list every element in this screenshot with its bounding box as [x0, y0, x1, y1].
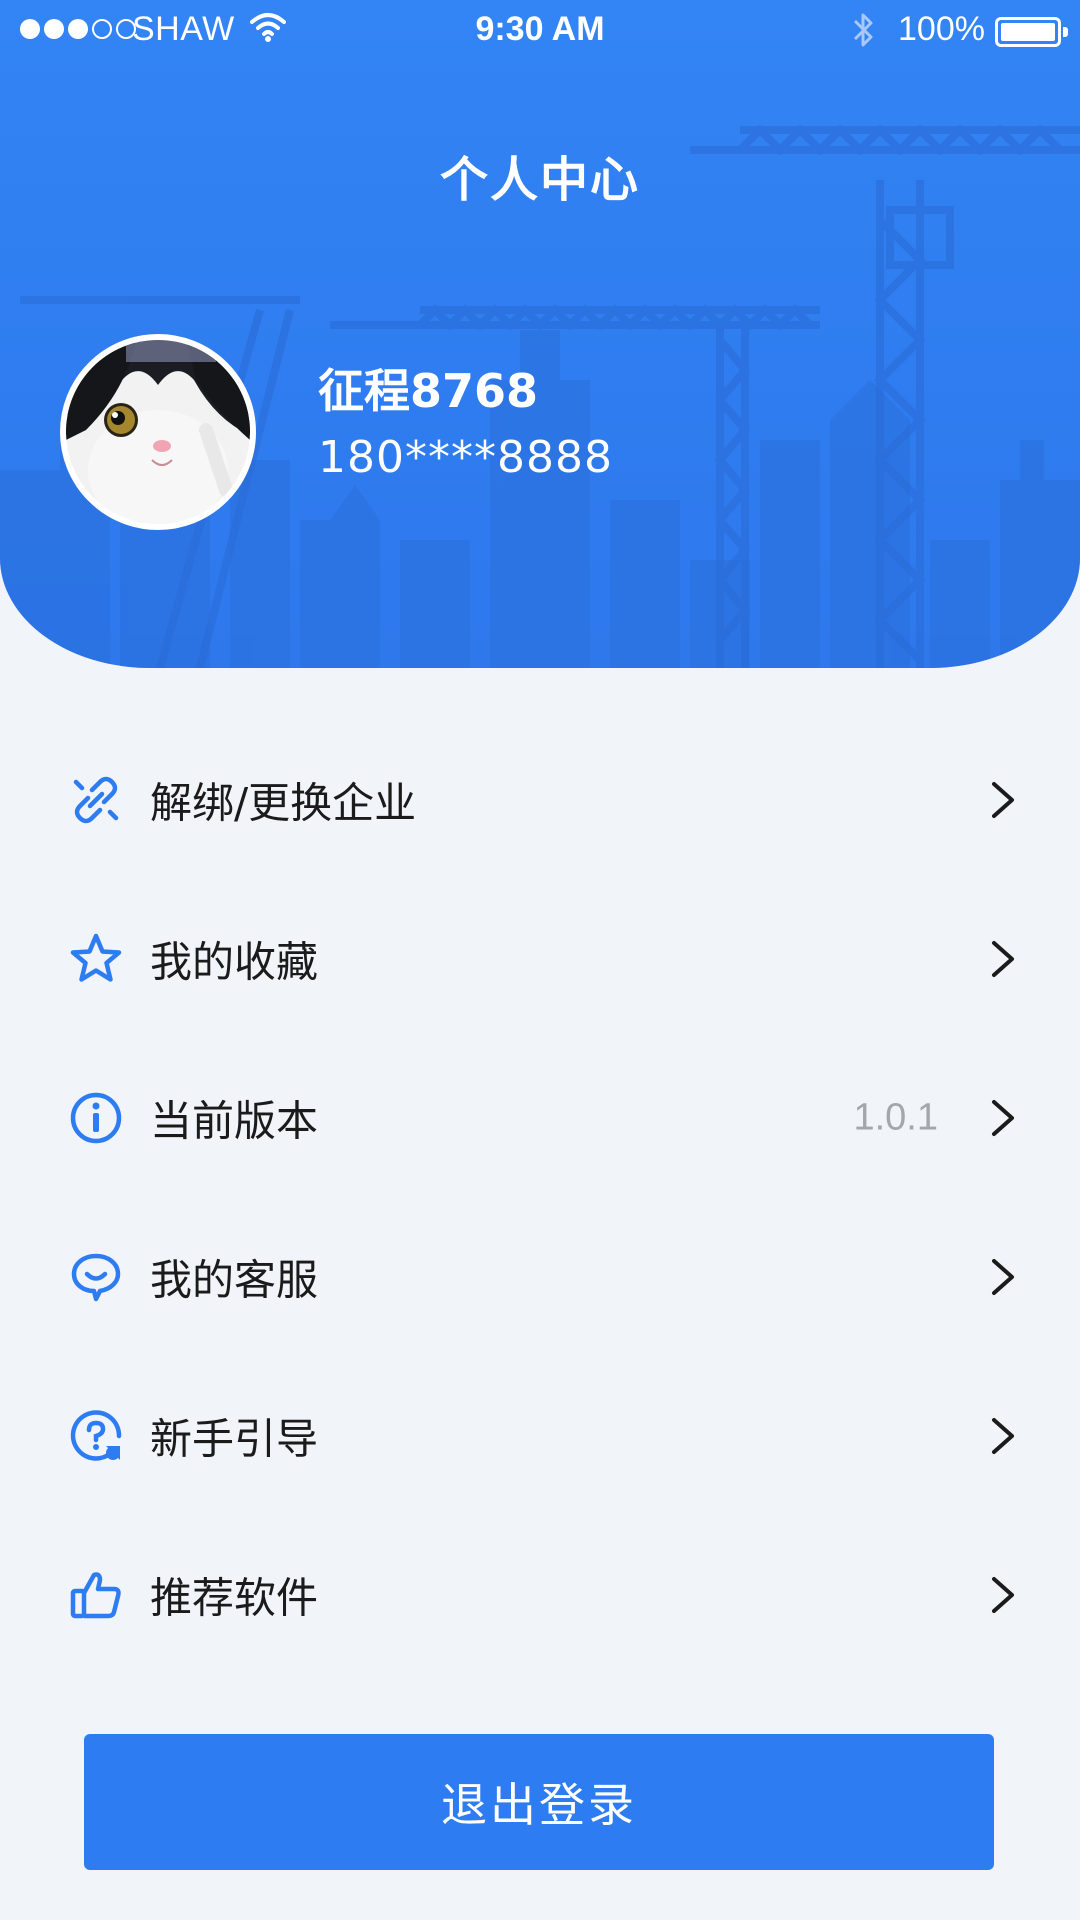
- chat-service-icon: [68, 1249, 124, 1305]
- menu-item-label: 当前版本: [150, 1096, 319, 1145]
- settings-menu: 解绑/更换企业 我的收藏 当前版本 1.0.1 我的客服 新手引导 推荐软件: [0, 720, 1080, 1674]
- battery-percentage: 100%: [898, 10, 985, 48]
- menu-item-label: 我的客服: [150, 1255, 319, 1304]
- user-phone: 180****8888: [318, 432, 613, 483]
- chevron-right-icon: [992, 1417, 1014, 1454]
- star-icon: [68, 931, 124, 987]
- menu-item-label: 我的收藏: [150, 937, 319, 986]
- page-title: 个人中心: [439, 152, 640, 208]
- chevron-right-icon: [992, 781, 1014, 818]
- menu-item-label: 新手引导: [150, 1414, 319, 1463]
- chevron-right-icon: [992, 1576, 1014, 1613]
- menu-item-beginner-guide[interactable]: 新手引导: [0, 1356, 1080, 1515]
- menu-item-label: 解绑/更换企业: [150, 778, 417, 827]
- menu-item-customer-service[interactable]: 我的客服: [0, 1197, 1080, 1356]
- bluetooth-icon: [853, 13, 873, 47]
- avatar[interactable]: [60, 334, 256, 530]
- menu-item-favorites[interactable]: 我的收藏: [0, 879, 1080, 1038]
- help-icon: [68, 1408, 124, 1464]
- user-name: 征程8768: [318, 364, 539, 418]
- chevron-right-icon: [992, 1099, 1014, 1136]
- battery-icon: [995, 17, 1068, 47]
- menu-item-label: 推荐软件: [150, 1573, 319, 1622]
- info-icon: [68, 1090, 124, 1146]
- menu-item-unbind-enterprise[interactable]: 解绑/更换企业: [0, 720, 1080, 879]
- logout-button[interactable]: 退出登录: [84, 1734, 994, 1870]
- profile-screen: SHAW 9:30 AM 100% 个人中心 征程8768 180****888…: [0, 0, 1080, 1920]
- menu-item-recommended-apps[interactable]: 推荐软件: [0, 1515, 1080, 1674]
- unlink-icon: [68, 772, 124, 828]
- cat-avatar-image: [66, 340, 250, 524]
- version-number: 1.0.1: [853, 1096, 938, 1138]
- chevron-right-icon: [992, 940, 1014, 977]
- thumbs-up-icon: [68, 1567, 124, 1623]
- status-bar: SHAW 9:30 AM 100%: [0, 0, 1080, 60]
- profile-header: SHAW 9:30 AM 100% 个人中心 征程8768 180****888…: [0, 0, 1080, 668]
- chevron-right-icon: [992, 1258, 1014, 1295]
- menu-item-current-version[interactable]: 当前版本 1.0.1: [0, 1038, 1080, 1197]
